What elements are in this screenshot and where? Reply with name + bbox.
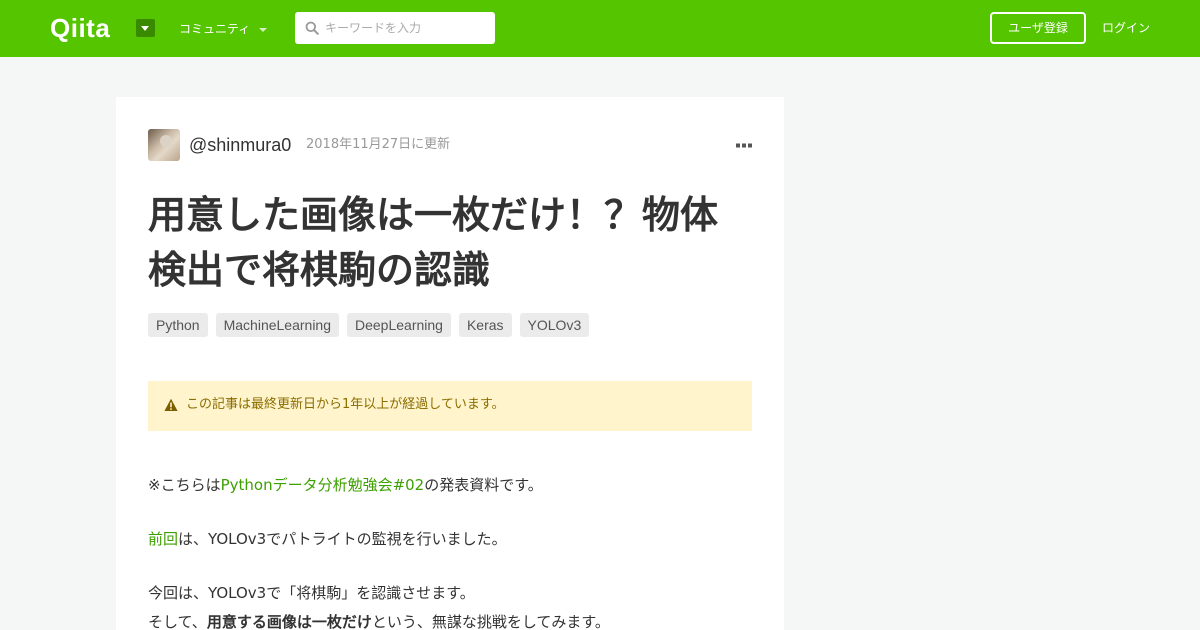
login-link[interactable]: ログイン [1102, 19, 1150, 37]
community-menu[interactable]: コミュニティ [179, 21, 250, 37]
top-nav-bar: Qiita コミュニティ ユーザ登録 ログイン [0, 0, 1200, 57]
tag-yolov3[interactable]: YOLOv3 [519, 313, 590, 337]
updated-date: 2018年11月27日に更新 [306, 137, 451, 152]
paragraph-1: ※こちらはPythonデータ分析勉強会#02の発表資料です。 [148, 476, 543, 494]
author-username[interactable]: @shinmura0 [189, 134, 291, 156]
previous-article-link[interactable]: 前回 [148, 530, 178, 548]
warning-icon [164, 398, 178, 411]
tag-machinelearning[interactable]: MachineLearning [215, 313, 339, 337]
paragraph-4: そして、用意する画像は一枚だけという、無謀な挑戦をしてみます。 [148, 613, 610, 630]
caret-down-icon[interactable] [259, 28, 267, 32]
search-input[interactable] [325, 12, 490, 44]
chevron-down-icon[interactable] [136, 19, 155, 37]
article-card [116, 97, 784, 630]
more-options-icon[interactable] [736, 143, 752, 148]
article-title: 用意した画像は一枚だけ！？物体検出で将棋駒の認識 [148, 193, 719, 292]
search-icon [305, 21, 319, 35]
search-box[interactable] [295, 12, 495, 44]
tag-deeplearning[interactable]: DeepLearning [347, 313, 451, 337]
signup-button[interactable]: ユーザ登録 [990, 12, 1086, 44]
paragraph-2: 前回は、YOLOv3でパトライトの監視を行いました。 [148, 530, 507, 548]
tag-keras[interactable]: Keras [458, 313, 512, 337]
tag-list: Python MachineLearning DeepLearning Kera… [148, 313, 590, 337]
study-group-link[interactable]: Pythonデータ分析勉強会#02 [221, 476, 425, 494]
paragraph-3: 今回は、YOLOv3で「将棋駒」を認識させます。 [148, 584, 475, 602]
notice-text: この記事は最終更新日から1年以上が経過しています。 [186, 397, 505, 412]
tag-python[interactable]: Python [148, 313, 208, 337]
avatar[interactable] [148, 129, 180, 161]
qiita-logo[interactable]: Qiita [50, 14, 110, 42]
